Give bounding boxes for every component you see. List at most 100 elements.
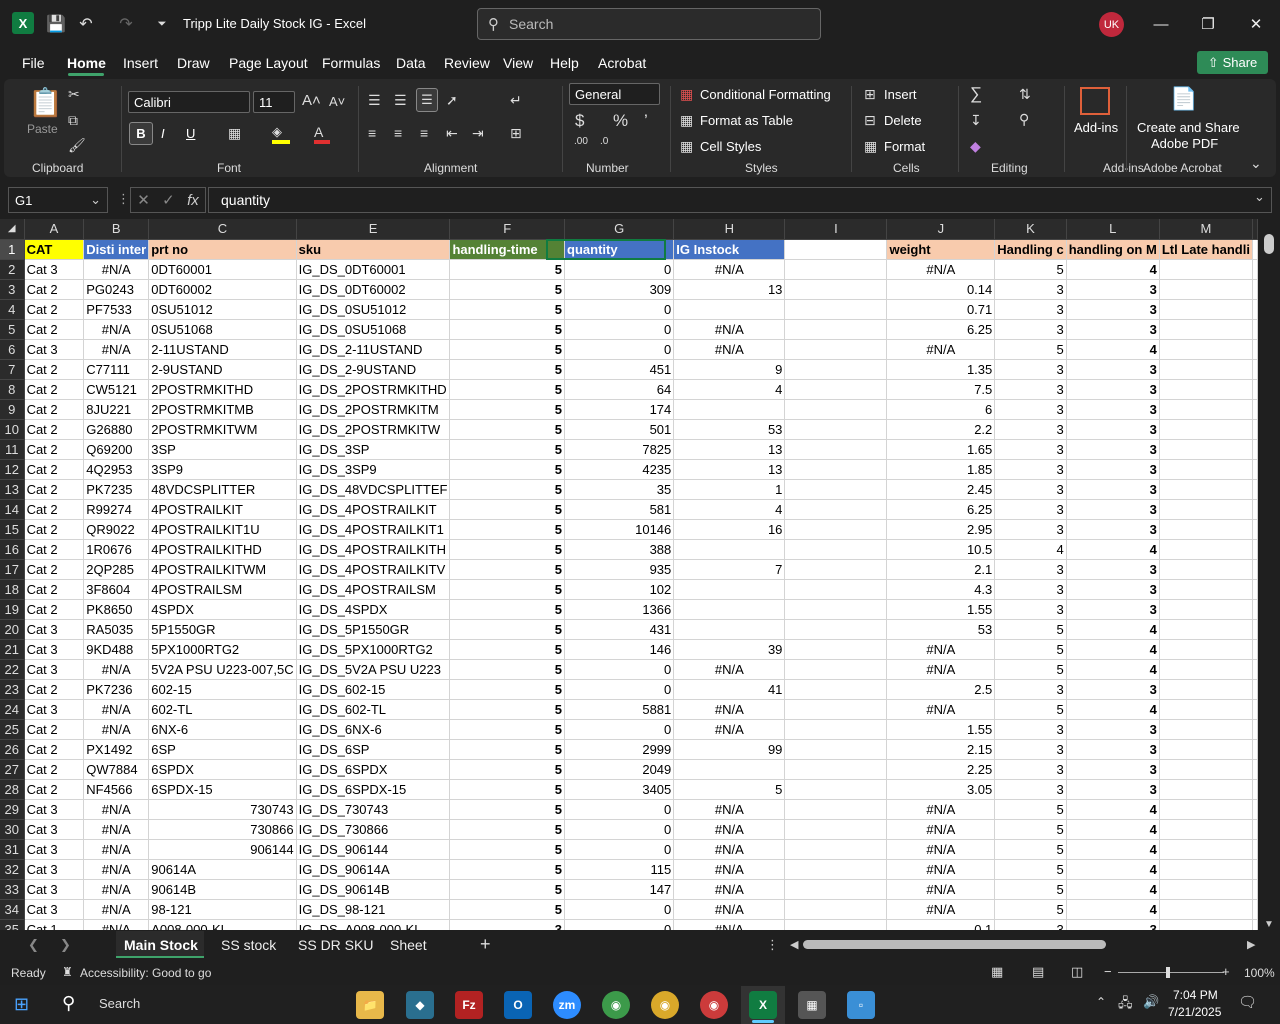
cell[interactable] <box>1252 539 1258 560</box>
cell[interactable] <box>784 419 888 440</box>
cell[interactable]: #N/A <box>886 819 996 840</box>
cell[interactable]: 4 <box>1066 699 1160 720</box>
align-middle-icon[interactable]: ☰ <box>394 92 407 109</box>
cell[interactable]: 5 <box>449 559 566 580</box>
cell[interactable]: 0.71 <box>886 299 996 320</box>
cell[interactable]: 5 <box>994 819 1067 840</box>
cell[interactable]: 0 <box>564 919 675 930</box>
cell[interactable] <box>784 819 888 840</box>
align-center-icon[interactable]: ≡ <box>394 125 402 141</box>
cell[interactable] <box>1159 819 1254 840</box>
cell[interactable]: 3 <box>1066 399 1160 420</box>
cell[interactable]: 1.55 <box>886 719 996 740</box>
cell[interactable] <box>1159 479 1254 500</box>
cell-styles-button[interactable]: Cell Styles <box>700 139 761 154</box>
cell[interactable]: IG_DS_98-121 <box>296 899 451 920</box>
align-left-icon[interactable]: ≡ <box>368 125 376 141</box>
cell[interactable]: 2.95 <box>886 519 996 540</box>
cell[interactable]: Cat 2 <box>24 779 85 800</box>
comma-style-icon[interactable]: ’ <box>644 111 648 131</box>
cell[interactable]: Handling c <box>994 239 1067 260</box>
cell[interactable]: 13 <box>673 279 786 300</box>
taskbar-search-icon[interactable]: ⚲ <box>62 993 75 1014</box>
cell[interactable]: RA5035 <box>83 619 150 640</box>
cell[interactable] <box>1252 859 1258 880</box>
cell[interactable]: 5 <box>449 839 566 860</box>
vertical-scrollbar[interactable] <box>1262 219 1276 931</box>
autosum-icon[interactable]: ∑ <box>970 84 982 104</box>
find-select-icon[interactable]: ⚲ <box>1019 111 1029 128</box>
increase-decimal-icon[interactable]: .00 <box>574 136 588 147</box>
cell[interactable]: 602-15 <box>148 679 297 700</box>
row-header[interactable]: 26 <box>0 739 25 760</box>
cell[interactable]: 35 <box>564 479 675 500</box>
cell[interactable]: 3 <box>1066 459 1160 480</box>
row-header[interactable]: 11 <box>0 439 25 460</box>
cell[interactable] <box>1159 519 1254 540</box>
cell[interactable]: Cat 2 <box>24 539 85 560</box>
cell[interactable]: PF7533 <box>83 299 150 320</box>
cell[interactable]: 5 <box>449 699 566 720</box>
cell[interactable]: IG_DS_2-11USTAND <box>296 339 451 360</box>
column-header[interactable]: B <box>83 219 150 240</box>
cell[interactable] <box>1252 619 1258 640</box>
cell[interactable]: 5 <box>449 339 566 360</box>
cell[interactable]: #N/A <box>673 799 786 820</box>
row-header[interactable]: 27 <box>0 759 25 780</box>
cell[interactable]: #N/A <box>673 859 786 880</box>
cell[interactable]: 0 <box>564 299 675 320</box>
insert-function-icon[interactable]: fx <box>187 192 199 209</box>
row-header[interactable]: 10 <box>0 419 25 440</box>
cell[interactable]: Cat 3 <box>24 659 85 680</box>
cell[interactable]: #N/A <box>83 659 150 680</box>
chrome-profile-2-icon[interactable]: ◉ <box>700 991 728 1019</box>
cell[interactable]: 3 <box>994 359 1067 380</box>
cell[interactable]: 4.3 <box>886 579 996 600</box>
cell[interactable] <box>784 919 888 930</box>
cell[interactable]: 4 <box>1066 899 1160 920</box>
cell[interactable]: #N/A <box>673 719 786 740</box>
cell[interactable] <box>1159 559 1254 580</box>
cell[interactable]: 2.45 <box>886 479 996 500</box>
cell[interactable] <box>1159 419 1254 440</box>
cell[interactable]: 3 <box>1066 519 1160 540</box>
accessibility-status[interactable]: Accessibility: Good to go <box>80 966 211 980</box>
windows-start-icon[interactable]: ⊞ <box>14 994 29 1015</box>
cell[interactable]: 5 <box>449 639 566 660</box>
cell[interactable]: 6SPDX-15 <box>148 779 297 800</box>
row-header[interactable]: 15 <box>0 519 25 540</box>
cell[interactable]: 5 <box>994 619 1067 640</box>
cell[interactable] <box>784 439 888 460</box>
cell[interactable]: 5 <box>994 879 1067 900</box>
cut-icon[interactable]: ✂ <box>68 86 80 103</box>
cell[interactable] <box>784 279 888 300</box>
cell[interactable]: 5 <box>449 259 566 280</box>
cell[interactable]: 730866 <box>148 819 297 840</box>
cell[interactable]: 5 <box>449 499 566 520</box>
cell[interactable]: #N/A <box>886 879 996 900</box>
cell[interactable]: Cat 2 <box>24 459 85 480</box>
cell[interactable] <box>1159 879 1254 900</box>
cell[interactable] <box>784 479 888 500</box>
cell[interactable]: 2999 <box>564 739 675 760</box>
cell[interactable]: Cat 2 <box>24 319 85 340</box>
cell[interactable]: Cat 2 <box>24 499 85 520</box>
cell[interactable] <box>1159 859 1254 880</box>
column-header[interactable]: M <box>1159 219 1254 240</box>
font-color-icon[interactable]: A <box>314 124 330 144</box>
cell[interactable] <box>1159 439 1254 460</box>
cell[interactable]: C77111 <box>83 359 150 380</box>
cell[interactable]: Disti inter <box>83 239 150 260</box>
cell[interactable]: 309 <box>564 279 675 300</box>
clock-time[interactable]: 7:04 PM <box>1173 988 1218 1002</box>
cell[interactable]: 4 <box>1066 259 1160 280</box>
cell[interactable]: QW7884 <box>83 759 150 780</box>
sheet-tab-main-stock[interactable]: Main Stock <box>124 937 198 953</box>
cell[interactable] <box>1159 839 1254 860</box>
cell[interactable]: 2049 <box>564 759 675 780</box>
cell[interactable]: IG_DS_5P1550GR <box>296 619 451 640</box>
font-name-select[interactable]: Calibri <box>128 91 250 113</box>
cell[interactable] <box>1159 359 1254 380</box>
cell[interactable]: 5 <box>449 879 566 900</box>
cell[interactable]: 5 <box>449 539 566 560</box>
